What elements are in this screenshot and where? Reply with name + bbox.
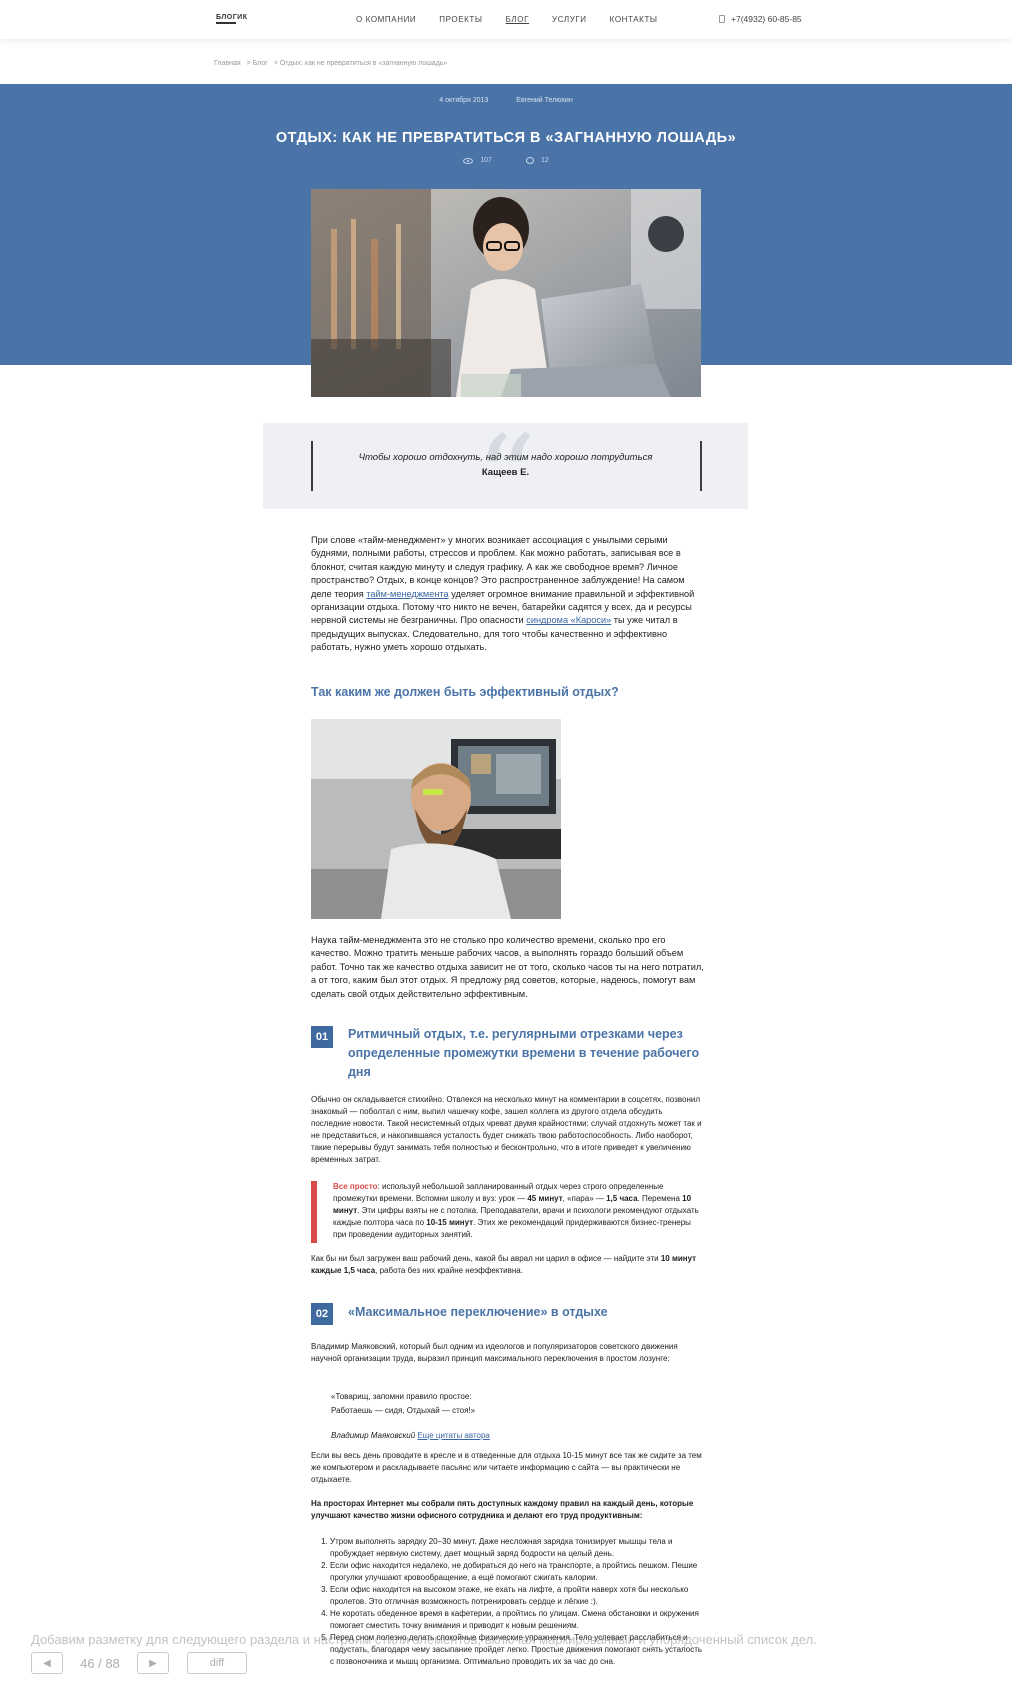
quote-line: «Товарищ, запомни правило простое: <box>331 1392 472 1401</box>
tip-callout: Все просто: используй небольшой запланир… <box>311 1181 704 1243</box>
callout-label: Все просто <box>333 1182 378 1191</box>
section-01-paragraph: Обычно он складывается стихийно. Отвлекс… <box>311 1095 702 1164</box>
main-nav: О КОМПАНИИ ПРОЕКТЫ БЛОГ УСЛУГИ КОНТАКТЫ <box>356 15 681 24</box>
nav-item-blog[interactable]: БЛОГ <box>506 15 529 24</box>
callout-part: . Перемена <box>637 1194 683 1203</box>
list-item: Если офис находится недалеко, не добират… <box>330 1560 705 1584</box>
callout-bold: 1,5 часа <box>606 1194 638 1203</box>
section-heading: Так каким же должен быть эффективный отд… <box>311 685 619 699</box>
section-title-01: Ритмичный отдых, т.е. регулярными отрезк… <box>348 1027 700 1079</box>
hero-photo <box>311 189 701 397</box>
diff-button[interactable]: diff <box>187 1652 247 1674</box>
rules-list: Утром выполнять зарядку 20–30 минут. Даж… <box>330 1536 705 1668</box>
quote-mark-icon: “ <box>475 411 537 550</box>
quote-bar-left <box>311 441 313 491</box>
next-slide-button[interactable]: ▶ <box>137 1652 169 1674</box>
hero-photo-illustration <box>311 189 701 397</box>
views-count: 107 <box>480 157 492 164</box>
callout-bold: 45 минут <box>527 1194 563 1203</box>
post-author[interactable]: Евгений Телюхин <box>516 97 572 104</box>
list-item: Утром выполнять зарядку 20–30 минут. Даж… <box>330 1536 705 1560</box>
quote-line: Работаешь — сидя, Отдыхай — стоя!» <box>331 1406 476 1415</box>
quote-block: “ Чтобы хорошо отдохнуть, над этим надо … <box>263 421 748 541</box>
header-phone[interactable]: +7(4932) 60-85-85 <box>719 14 802 24</box>
quality-paragraph: Наука тайм-менеджмента это не столько пр… <box>311 935 704 999</box>
karoshi-link[interactable]: синдрома «Кароси» <box>526 615 611 625</box>
views-stat: 107 <box>463 157 492 164</box>
slide-controls: ◀ 46 / 88 ▶ diff <box>31 1652 247 1674</box>
conclusion-text: , работа без них крайне неэффективна. <box>375 1266 523 1275</box>
list-item: Не коротать обеденное время в кафетерии,… <box>330 1608 705 1632</box>
prev-slide-button[interactable]: ◀ <box>31 1652 63 1674</box>
triangle-left-icon: ◀ <box>43 1657 51 1669</box>
comments-stat[interactable]: 12 <box>525 157 549 164</box>
quote-bar-right <box>700 441 702 491</box>
breadcrumb: Главная > Блог > Отдых: как не превратит… <box>214 60 447 67</box>
section-number-01: 01 <box>311 1026 333 1048</box>
rules-intro: На просторах Интернет мы собрали пять до… <box>311 1499 694 1520</box>
quote-signature: Владимир Маяковский Еще цитаты автора <box>331 1431 490 1440</box>
section-02-paragraph: Владимир Маяковский, который был одним и… <box>311 1342 678 1363</box>
section-01-conclusion: Как бы ни был загружен ваш рабочий день,… <box>311 1253 704 1277</box>
time-management-link[interactable]: тайм-менеджмента <box>366 589 448 599</box>
phone-number: +7(4932) 60-85-85 <box>731 14 802 24</box>
slide-counter: 46 / 88 <box>80 1655 120 1671</box>
callout-part: , «пара» — <box>562 1194 607 1203</box>
conclusion-text: Как бы ни был загружен ваш рабочий день,… <box>311 1254 661 1263</box>
post-title: ОТДЫХ: КАК НЕ ПРЕВРАТИТЬСЯ В «ЗАГНАННУЮ … <box>275 130 737 146</box>
more-quotes-link[interactable]: Еще цитаты автора <box>417 1431 489 1440</box>
post-stats: 107 12 <box>0 157 1012 164</box>
section-title-02: «Максимальное переключение» в отдыхе <box>348 1305 608 1319</box>
office-photo <box>311 719 561 919</box>
section-02-paragraph-2: Если вы весь день проводите в кресле и в… <box>311 1451 702 1484</box>
slide-caption: Добавим разметку для следующего раздела … <box>31 1632 817 1647</box>
phone-icon <box>719 15 725 23</box>
comments-count: 12 <box>540 157 549 164</box>
callout-bold: 10-15 минут <box>426 1218 474 1227</box>
triangle-right-icon: ▶ <box>149 1657 157 1669</box>
nav-item-contacts[interactable]: КОНТАКТЫ <box>610 15 658 24</box>
breadcrumb-current: > Отдых: как не превратиться в «загнанну… <box>273 60 448 67</box>
intro-paragraph: При слове «тайм-менеджмент» у многих воз… <box>311 534 704 655</box>
comment-icon <box>525 157 534 164</box>
callout-text: Все просто: используй небольшой запланир… <box>333 1181 703 1241</box>
nav-item-projects[interactable]: ПРОЕКТЫ <box>439 15 482 24</box>
post-meta: 4 октября 2013 Евгений Телюхин <box>0 97 1012 104</box>
quote-author: Кащеев Е. <box>481 467 530 478</box>
breadcrumb-home[interactable]: Главная <box>214 60 241 67</box>
office-photo-illustration <box>311 719 561 919</box>
breadcrumb-blog[interactable]: > Блог <box>247 60 268 67</box>
section-number-02: 02 <box>311 1303 333 1325</box>
callout-bar <box>311 1181 317 1243</box>
signature-name: Владимир Маяковский <box>331 1431 416 1440</box>
post-date: 4 октября 2013 <box>439 97 489 104</box>
quote-text: Чтобы хорошо отдохнуть, над этим надо хо… <box>358 452 653 463</box>
list-item: Если офис находится на высоком этаже, не… <box>330 1584 705 1608</box>
nav-item-company[interactable]: О КОМПАНИИ <box>356 15 416 24</box>
site-header: БЛОГИК О КОМПАНИИ ПРОЕКТЫ БЛОГ УСЛУГИ КО… <box>0 0 1012 39</box>
nav-item-services[interactable]: УСЛУГИ <box>552 15 587 24</box>
site-logo[interactable]: БЛОГИК <box>216 14 248 24</box>
mayakovsky-quote: «Товарищ, запомни правило простое: Работ… <box>331 1390 631 1418</box>
eye-icon <box>463 157 474 164</box>
